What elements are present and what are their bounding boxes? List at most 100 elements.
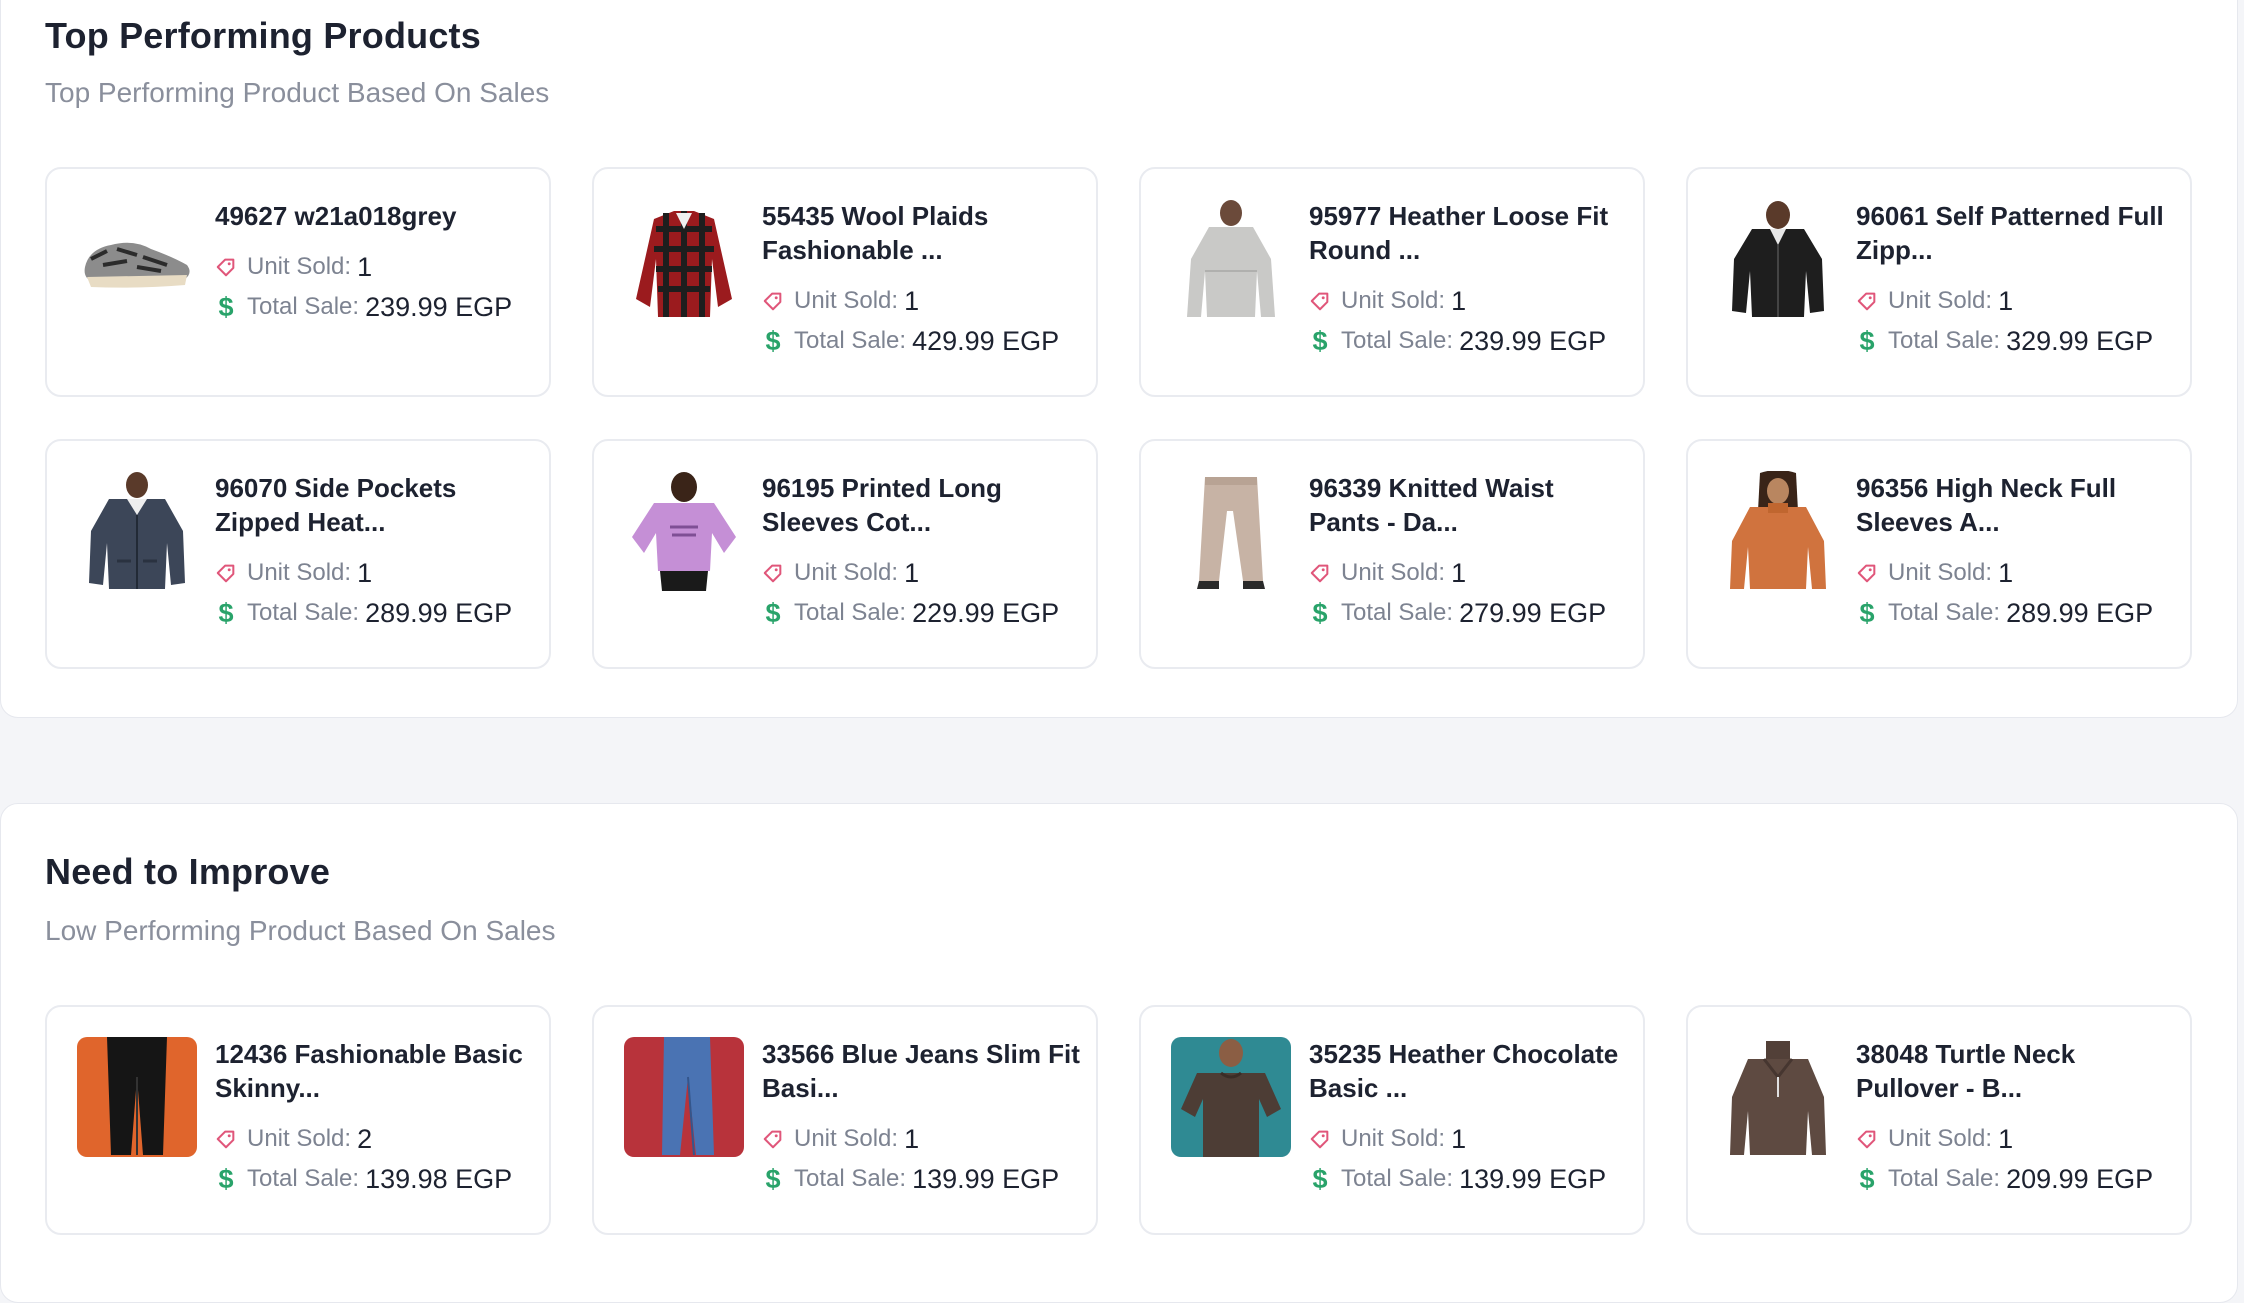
tag-icon bbox=[1857, 564, 1876, 583]
unit-sold-row: Unit Sold: 1 bbox=[1856, 553, 2170, 593]
product-card[interactable]: 49627 w21a018grey Unit Sold: 1 $ Total S… bbox=[45, 167, 551, 397]
product-card[interactable]: 96061 Self Patterned Full Zipp... Unit S… bbox=[1686, 167, 2192, 397]
product-name[interactable]: 96061 Self Patterned Full Zipp... bbox=[1856, 199, 2174, 267]
tag-icon bbox=[763, 292, 782, 311]
product-image[interactable] bbox=[77, 199, 197, 319]
total-sale-label: Total Sale: bbox=[1888, 1165, 2001, 1192]
total-sale-label: Total Sale: bbox=[1888, 599, 2001, 626]
product-image[interactable] bbox=[77, 1037, 197, 1157]
unit-sold-label: Unit Sold: bbox=[1888, 559, 1993, 586]
unit-sold-row: Unit Sold: 1 bbox=[1309, 553, 1623, 593]
unit-sold-row: Unit Sold: 1 bbox=[762, 1119, 1076, 1159]
product-card[interactable]: 95977 Heather Loose Fit Round ... Unit S… bbox=[1139, 167, 1645, 397]
product-meta: Unit Sold: 1 $ Total Sale: 329.99 EGP bbox=[1856, 281, 2170, 361]
product-info: 96061 Self Patterned Full Zipp... Unit S… bbox=[1856, 199, 2170, 361]
product-grid: 12436 Fashionable Basic Skinny... Unit S… bbox=[45, 1005, 2192, 1235]
tag-icon bbox=[216, 564, 235, 583]
dollar-icon: $ bbox=[218, 1163, 234, 1194]
product-card[interactable]: 55435 Wool Plaids Fashionable ... Unit S… bbox=[592, 167, 1098, 397]
grey-sweater-image bbox=[1171, 199, 1291, 319]
purple-sweatshirt-image bbox=[624, 471, 744, 591]
product-card[interactable]: 35235 Heather Chocolate Basic ... Unit S… bbox=[1139, 1005, 1645, 1235]
product-name[interactable]: 12436 Fashionable Basic Skinny... bbox=[215, 1037, 533, 1105]
product-image[interactable] bbox=[624, 471, 744, 591]
total-sale-value: 229.99 EGP bbox=[912, 597, 1060, 628]
black-skinny-jeans-image bbox=[77, 1037, 197, 1157]
product-grid: 49627 w21a018grey Unit Sold: 1 $ Total S… bbox=[45, 167, 2192, 669]
total-sale-row: $ Total Sale: 139.98 EGP bbox=[215, 1159, 529, 1199]
total-sale-value: 139.99 EGP bbox=[912, 1163, 1060, 1194]
product-image[interactable] bbox=[624, 1037, 744, 1157]
unit-sold-value: 1 bbox=[1998, 1123, 2014, 1154]
top-performing-panel: Top Performing Products Top Performing P… bbox=[0, 0, 2238, 718]
total-sale-label: Total Sale: bbox=[794, 1165, 907, 1192]
dollar-icon: $ bbox=[765, 597, 781, 628]
dollar-icon: $ bbox=[765, 325, 781, 356]
product-image[interactable] bbox=[1718, 471, 1838, 591]
product-image[interactable] bbox=[77, 471, 197, 591]
product-card[interactable]: 96356 High Neck Full Sleeves A... Unit S… bbox=[1686, 439, 2192, 669]
sneaker-image bbox=[77, 199, 197, 319]
product-name[interactable]: 96195 Printed Long Sleeves Cot... bbox=[762, 471, 1080, 539]
product-meta: Unit Sold: 1 $ Total Sale: 289.99 EGP bbox=[1856, 553, 2170, 633]
chocolate-tee-image bbox=[1171, 1037, 1291, 1157]
unit-sold-label: Unit Sold: bbox=[247, 1125, 352, 1152]
tag-icon bbox=[1310, 292, 1329, 311]
total-sale-value: 139.98 EGP bbox=[365, 1163, 513, 1194]
unit-sold-label: Unit Sold: bbox=[247, 253, 352, 280]
product-image[interactable] bbox=[1718, 1037, 1838, 1157]
product-image[interactable] bbox=[1171, 199, 1291, 319]
product-name[interactable]: 35235 Heather Chocolate Basic ... bbox=[1309, 1037, 1627, 1105]
tag-icon bbox=[1857, 292, 1876, 311]
product-name[interactable]: 96356 High Neck Full Sleeves A... bbox=[1856, 471, 2174, 539]
unit-sold-value: 2 bbox=[357, 1123, 373, 1154]
product-name[interactable]: 33566 Blue Jeans Slim Fit Basi... bbox=[762, 1037, 1080, 1105]
dollar-icon: $ bbox=[218, 291, 234, 322]
product-card[interactable]: 96070 Side Pockets Zipped Heat... Unit S… bbox=[45, 439, 551, 669]
product-card[interactable]: 96339 Knitted Waist Pants - Da... Unit S… bbox=[1139, 439, 1645, 669]
product-card[interactable]: 12436 Fashionable Basic Skinny... Unit S… bbox=[45, 1005, 551, 1235]
product-meta: Unit Sold: 1 $ Total Sale: 209.99 EGP bbox=[1856, 1119, 2170, 1199]
product-name[interactable]: 95977 Heather Loose Fit Round ... bbox=[1309, 199, 1627, 267]
total-sale-label: Total Sale: bbox=[1341, 1165, 1454, 1192]
total-sale-label: Total Sale: bbox=[794, 599, 907, 626]
product-name[interactable]: 55435 Wool Plaids Fashionable ... bbox=[762, 199, 1080, 267]
product-image[interactable] bbox=[624, 199, 744, 319]
product-image[interactable] bbox=[1171, 1037, 1291, 1157]
product-info: 38048 Turtle Neck Pullover - B... Unit S… bbox=[1856, 1037, 2170, 1199]
unit-sold-value: 1 bbox=[904, 557, 920, 588]
unit-sold-row: Unit Sold: 2 bbox=[215, 1119, 529, 1159]
product-card[interactable]: 38048 Turtle Neck Pullover - B... Unit S… bbox=[1686, 1005, 2192, 1235]
total-sale-row: $ Total Sale: 239.99 EGP bbox=[1309, 321, 1623, 361]
product-image[interactable] bbox=[1171, 471, 1291, 591]
product-name[interactable]: 96070 Side Pockets Zipped Heat... bbox=[215, 471, 533, 539]
product-name[interactable]: 38048 Turtle Neck Pullover - B... bbox=[1856, 1037, 2174, 1105]
tag-icon bbox=[216, 1130, 235, 1149]
total-sale-row: $ Total Sale: 139.99 EGP bbox=[1309, 1159, 1623, 1199]
tag-icon bbox=[763, 1130, 782, 1149]
total-sale-row: $ Total Sale: 429.99 EGP bbox=[762, 321, 1076, 361]
unit-sold-row: Unit Sold: 1 bbox=[762, 281, 1076, 321]
tag-icon bbox=[1310, 1130, 1329, 1149]
unit-sold-label: Unit Sold: bbox=[794, 559, 899, 586]
product-meta: Unit Sold: 1 $ Total Sale: 139.99 EGP bbox=[762, 1119, 1076, 1199]
total-sale-label: Total Sale: bbox=[247, 599, 360, 626]
dollar-icon: $ bbox=[1312, 597, 1328, 628]
product-name[interactable]: 96339 Knitted Waist Pants - Da... bbox=[1309, 471, 1627, 539]
unit-sold-row: Unit Sold: 1 bbox=[1309, 281, 1623, 321]
total-sale-label: Total Sale: bbox=[247, 293, 360, 320]
product-info: 33566 Blue Jeans Slim Fit Basi... Unit S… bbox=[762, 1037, 1080, 1199]
tag-icon bbox=[1310, 564, 1329, 583]
product-info: 96356 High Neck Full Sleeves A... Unit S… bbox=[1856, 471, 2170, 633]
total-sale-row: $ Total Sale: 139.99 EGP bbox=[762, 1159, 1076, 1199]
total-sale-value: 279.99 EGP bbox=[1459, 597, 1607, 628]
product-image[interactable] bbox=[1718, 199, 1838, 319]
product-name[interactable]: 49627 w21a018grey bbox=[215, 199, 533, 233]
total-sale-row: $ Total Sale: 279.99 EGP bbox=[1309, 593, 1623, 633]
product-card[interactable]: 96195 Printed Long Sleeves Cot... Unit S… bbox=[592, 439, 1098, 669]
product-card[interactable]: 33566 Blue Jeans Slim Fit Basi... Unit S… bbox=[592, 1005, 1098, 1235]
product-info: 96070 Side Pockets Zipped Heat... Unit S… bbox=[215, 471, 529, 633]
orange-sweater-image bbox=[1718, 471, 1838, 591]
product-info: 96339 Knitted Waist Pants - Da... Unit S… bbox=[1309, 471, 1623, 633]
product-info: 96195 Printed Long Sleeves Cot... Unit S… bbox=[762, 471, 1076, 633]
